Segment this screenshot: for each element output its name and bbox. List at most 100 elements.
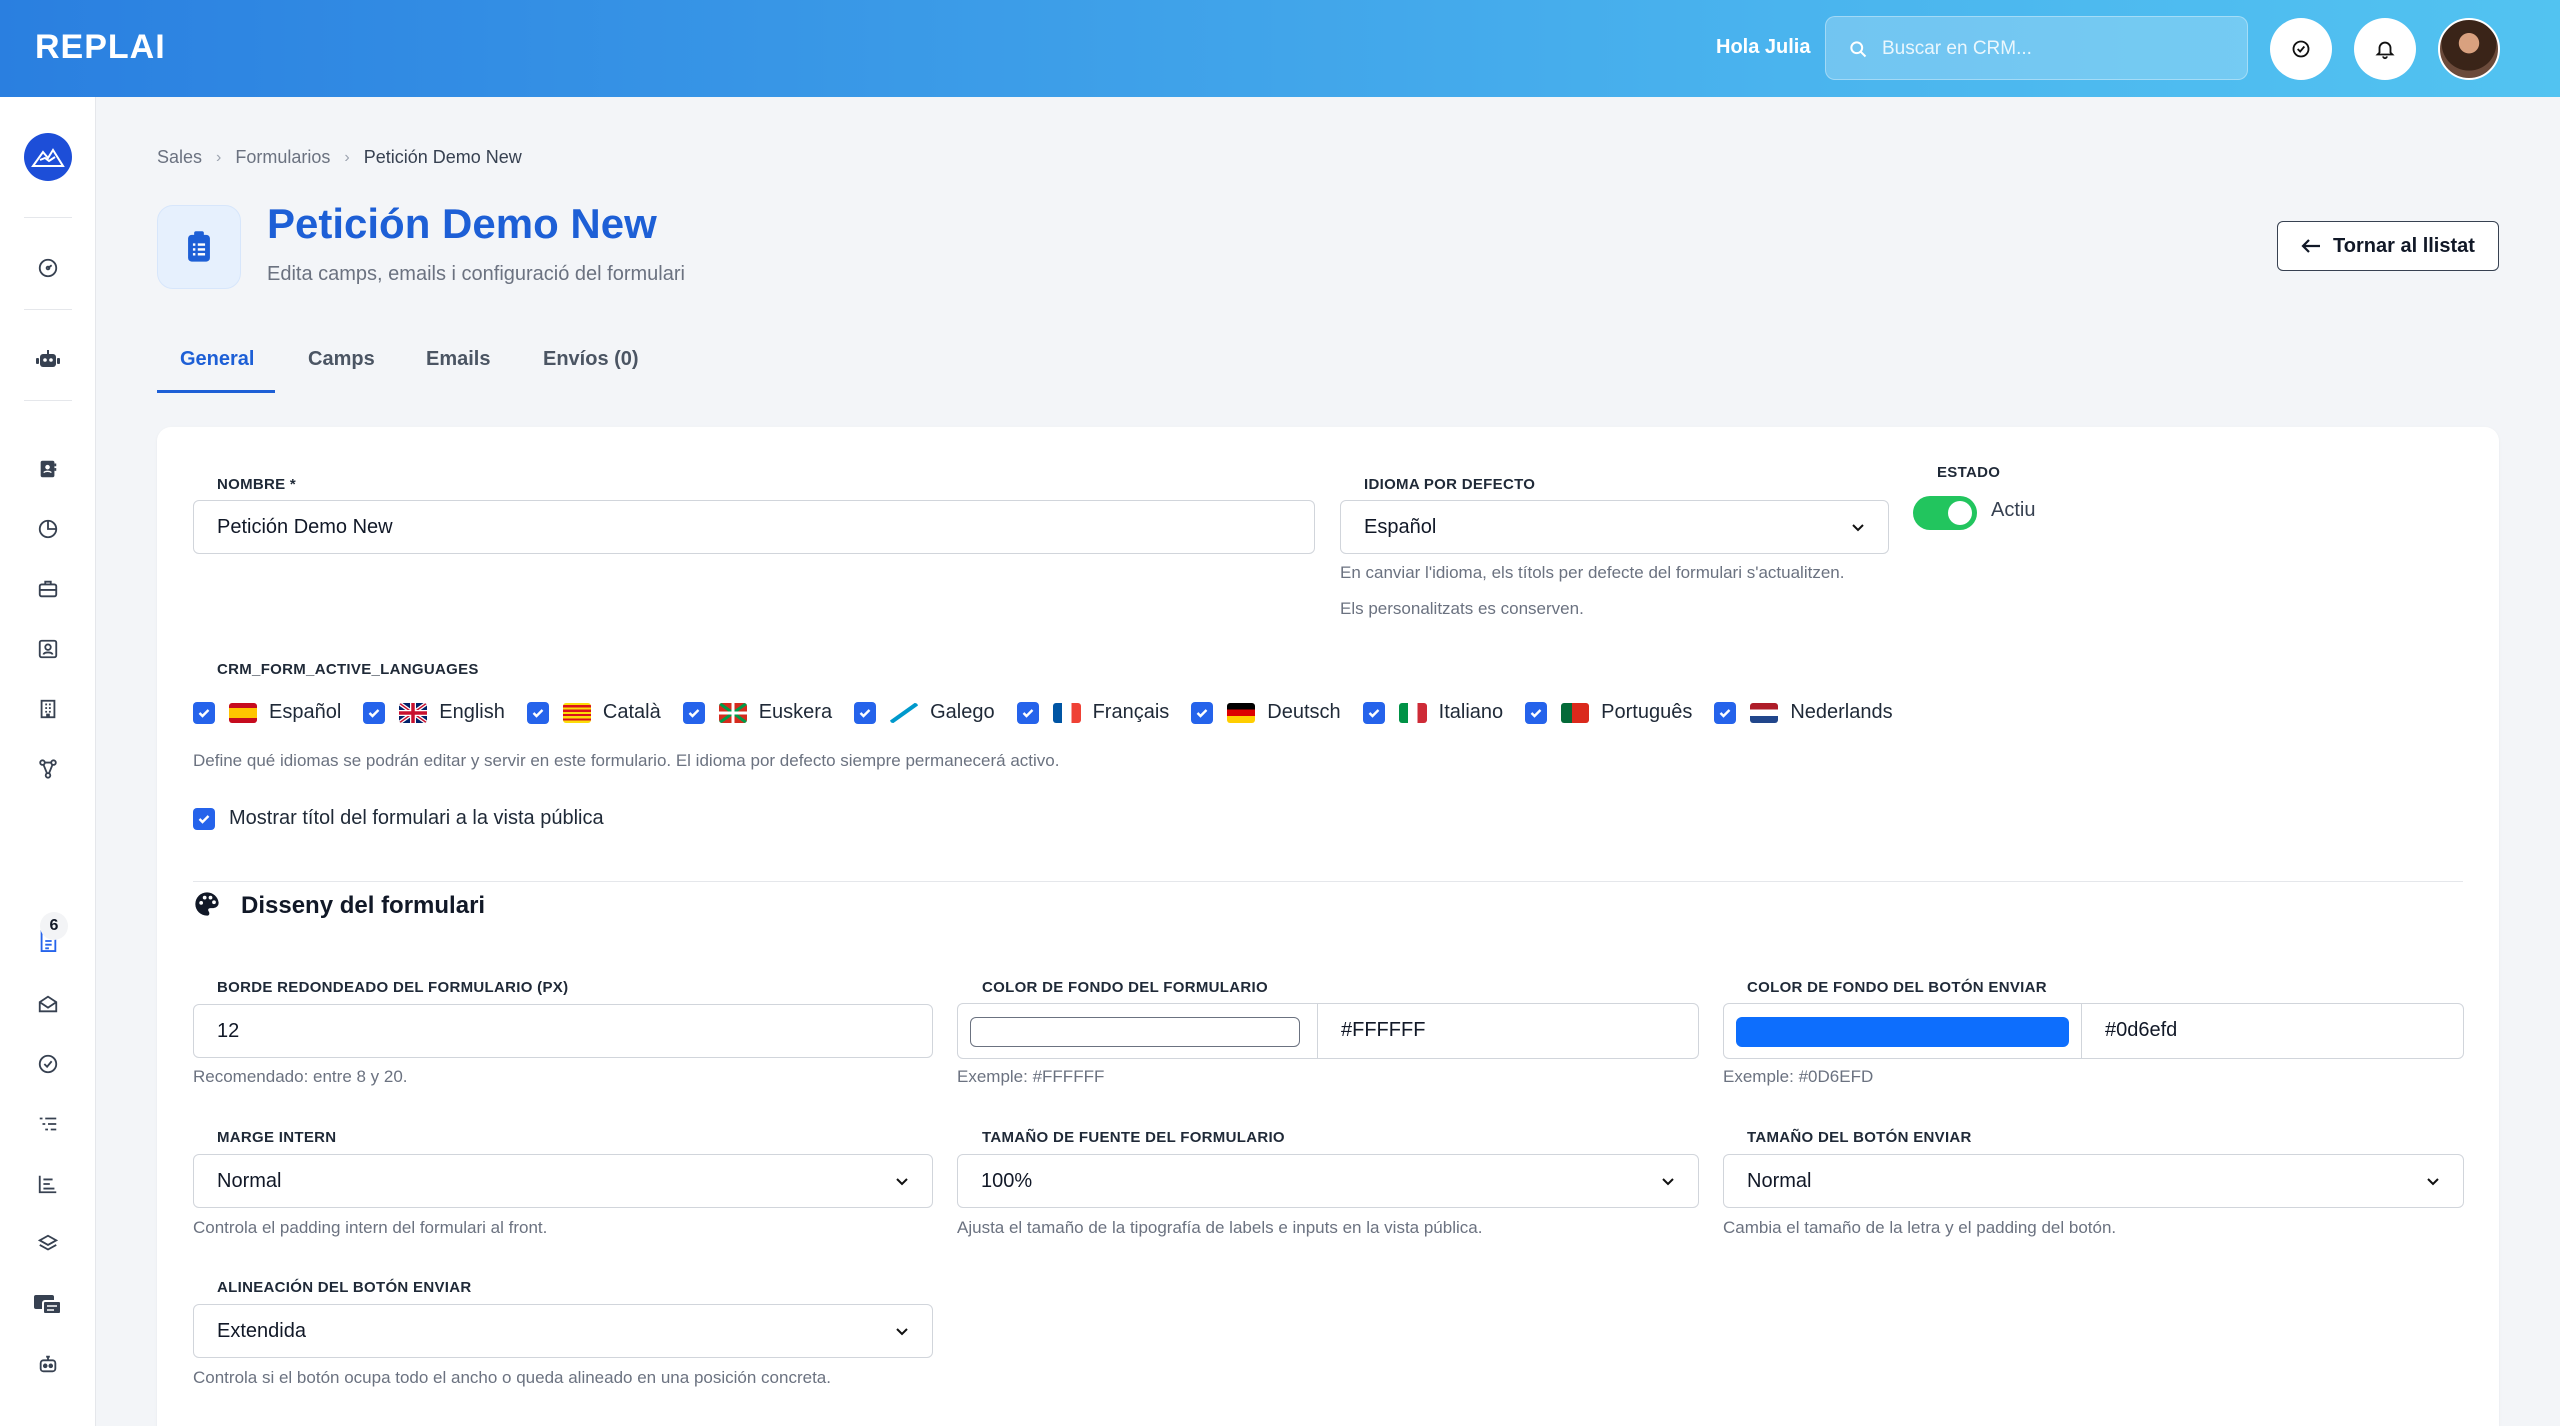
- workspace-logo-icon[interactable]: [24, 133, 72, 181]
- tab-general[interactable]: General: [180, 348, 254, 371]
- search-input[interactable]: [1882, 35, 2222, 63]
- language-option-es[interactable]: Español: [193, 701, 341, 724]
- checkbox[interactable]: [682, 701, 705, 724]
- margin-help: Controla el padding intern del formulari…: [193, 1218, 548, 1237]
- catalonia-flag-icon: [562, 702, 591, 723]
- status-button[interactable]: [2270, 18, 2332, 80]
- design-section-title: Disseny del formulari: [241, 892, 486, 919]
- notifications-button[interactable]: [2354, 18, 2416, 80]
- language-name: Português: [1601, 701, 1693, 723]
- germany-flag-icon: [1227, 702, 1256, 723]
- bg-color-help: Exemple: #FFFFFF: [957, 1067, 1105, 1086]
- global-search[interactable]: [1825, 16, 2248, 80]
- back-to-list-button[interactable]: Tornar al llistat: [2277, 221, 2499, 271]
- font-size-help: Ajusta el tamaño de la tipografía de lab…: [957, 1218, 1483, 1237]
- language-option-de[interactable]: Deutsch: [1191, 701, 1341, 724]
- language-option-fr[interactable]: Français: [1016, 701, 1170, 724]
- bar-list-icon[interactable]: [28, 1164, 68, 1204]
- tab-emails[interactable]: Emails: [426, 348, 490, 371]
- field-divider: [2081, 1004, 2082, 1058]
- bg-color-picker[interactable]: [970, 1017, 1300, 1047]
- contacts-book-icon[interactable]: [28, 449, 68, 489]
- tab-envios[interactable]: Envíos (0): [543, 348, 639, 371]
- language-option-en[interactable]: English: [363, 701, 505, 724]
- align-select-value: Extendida: [217, 1319, 306, 1342]
- dashboard-icon[interactable]: [28, 248, 68, 288]
- breadcrumb-sales[interactable]: Sales: [157, 147, 202, 168]
- checkbox[interactable]: [1714, 701, 1737, 724]
- campaigns-icon[interactable]: [28, 1284, 68, 1324]
- align-help: Controla si el botón ocupa todo el ancho…: [193, 1368, 831, 1387]
- checkbox[interactable]: [1362, 701, 1385, 724]
- breadcrumb-formularios[interactable]: Formularios: [235, 147, 330, 168]
- languages-help: Define qué idiomas se podrán editar y se…: [193, 751, 1060, 770]
- france-flag-icon: [1052, 702, 1081, 723]
- portugal-flag-icon: [1561, 702, 1590, 723]
- align-select[interactable]: Extendida: [193, 1304, 933, 1358]
- language-name: Galego: [930, 701, 995, 723]
- checkbox[interactable]: [363, 701, 386, 724]
- margin-select[interactable]: Normal: [193, 1154, 933, 1208]
- chevron-right-icon: ›: [344, 148, 350, 166]
- user-card-icon[interactable]: [28, 629, 68, 669]
- breadcrumb: Sales › Formularios › Petición Demo New: [157, 147, 522, 168]
- sidebar-divider: [24, 217, 72, 218]
- bg-color-hex-input[interactable]: #FFFFFF: [1341, 1019, 1425, 1042]
- basque-flag-icon: [718, 702, 747, 723]
- building-icon[interactable]: [28, 689, 68, 729]
- check-circle-icon[interactable]: [28, 1044, 68, 1084]
- radius-input[interactable]: 12: [193, 1004, 933, 1058]
- uk-flag-icon: [399, 702, 428, 723]
- language-option-gl[interactable]: Galego: [854, 701, 995, 724]
- chevron-down-icon: [2427, 1178, 2439, 1186]
- pie-chart-icon[interactable]: [28, 509, 68, 549]
- checkbox[interactable]: [193, 807, 215, 830]
- idioma-select[interactable]: Español: [1340, 500, 1889, 554]
- language-name: Français: [1092, 701, 1170, 723]
- language-option-it[interactable]: Italiano: [1362, 701, 1503, 724]
- font-size-select[interactable]: 100%: [957, 1154, 1699, 1208]
- section-divider: [193, 881, 2463, 882]
- language-option-ca[interactable]: Català: [526, 701, 661, 724]
- checkbox[interactable]: [854, 701, 877, 724]
- network-icon[interactable]: [28, 749, 68, 789]
- tab-camps[interactable]: Camps: [308, 348, 375, 371]
- chevron-right-icon: ›: [216, 148, 222, 166]
- checkbox[interactable]: [1016, 701, 1039, 724]
- show-title-label: Mostrar títol del formulari a la vista p…: [229, 807, 604, 829]
- checkbox[interactable]: [526, 701, 549, 724]
- radius-help: Recomendado: entre 8 y 20.: [193, 1067, 408, 1086]
- palette-icon: [195, 892, 219, 916]
- layers-icon[interactable]: [28, 1224, 68, 1264]
- bot-icon[interactable]: [28, 1344, 68, 1384]
- checkbox[interactable]: [1525, 701, 1548, 724]
- app-logo[interactable]: REPLAI: [35, 28, 166, 67]
- user-avatar[interactable]: [2438, 18, 2500, 80]
- btn-bg-color-picker[interactable]: [1736, 1017, 2069, 1047]
- language-option-nl[interactable]: Nederlands: [1714, 701, 1893, 724]
- page-subtitle: Edita camps, emails i configuració del f…: [267, 263, 685, 285]
- mail-open-icon[interactable]: [28, 984, 68, 1024]
- language-name: Español: [269, 701, 342, 723]
- robot-icon[interactable]: [28, 340, 68, 380]
- italy-flag-icon: [1398, 702, 1427, 723]
- check-circle-icon: [2292, 40, 2310, 58]
- btn-size-select[interactable]: Normal: [1723, 1154, 2464, 1208]
- arrow-left-icon: [2301, 239, 2321, 253]
- language-option-pt[interactable]: Português: [1525, 701, 1692, 724]
- bg-color-label: COLOR DE FONDO DEL FORMULARIO: [982, 979, 1268, 996]
- bg-color-field: #FFFFFF: [957, 1003, 1699, 1059]
- btn-bg-color-help: Exemple: #0D6EFD: [1723, 1067, 1874, 1086]
- briefcase-icon[interactable]: [28, 569, 68, 609]
- estado-toggle[interactable]: [1913, 496, 1977, 530]
- checkbox[interactable]: [193, 701, 215, 724]
- list-icon[interactable]: [28, 1104, 68, 1144]
- checkbox[interactable]: [1191, 701, 1214, 724]
- forms-count-badge: 6: [40, 912, 68, 940]
- language-option-eu[interactable]: Euskera: [682, 701, 832, 724]
- nombre-input[interactable]: Petición Demo New: [193, 500, 1315, 554]
- show-title-option[interactable]: Mostrar títol del formulari a la vista p…: [193, 807, 604, 830]
- btn-bg-color-hex-input[interactable]: #0d6efd: [2105, 1019, 2177, 1042]
- netherlands-flag-icon: [1750, 702, 1779, 723]
- bell-icon: [2375, 41, 2395, 60]
